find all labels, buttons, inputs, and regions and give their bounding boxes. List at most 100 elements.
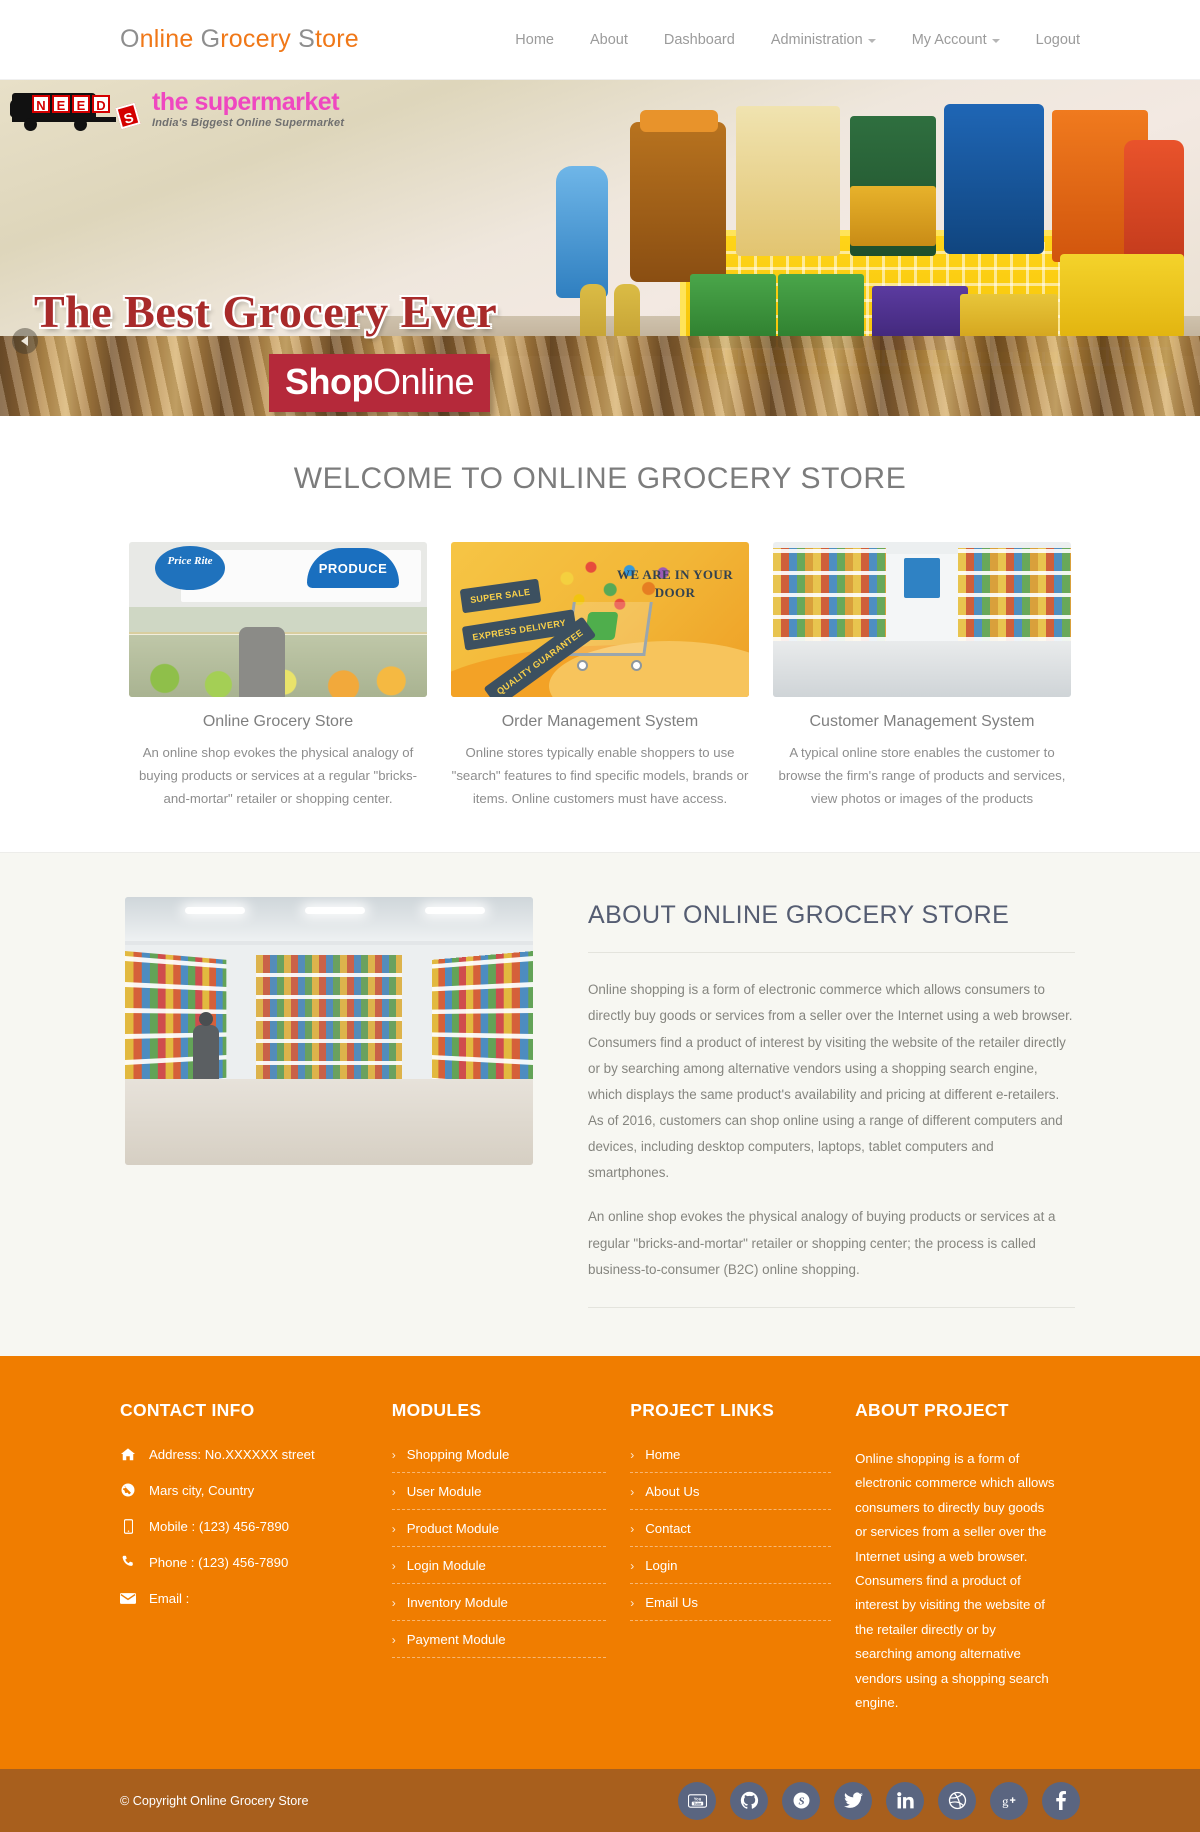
svg-text:S: S <box>798 1796 804 1808</box>
chevron-right-icon: › <box>391 1632 396 1647</box>
chevron-right-icon: › <box>630 1595 635 1610</box>
footer-link-label: User Module <box>406 1483 482 1499</box>
feature-title-2: Customer Management System <box>809 713 1035 730</box>
footer-link-contact[interactable]: › Contact <box>630 1520 832 1547</box>
hero-product-kissan-pack <box>1060 254 1184 338</box>
footer-link-label: Login Module <box>406 1557 486 1573</box>
welcome-section: WELCOME TO ONLINE GROCERY STORE Price Ri… <box>0 416 1200 853</box>
chevron-right-icon: › <box>630 1558 635 1573</box>
nav-item-administration[interactable]: Administration <box>771 32 876 48</box>
footer-about-project-text: Online shopping is a form of electronic … <box>855 1450 1055 1711</box>
contact-text-email: Email : <box>149 1590 190 1606</box>
contact-text-phone: Phone : (123) 456-7890 <box>149 1554 289 1570</box>
twitter-icon[interactable] <box>834 1781 872 1820</box>
footer-column-about-project: ABOUT PROJECT Online shopping is a form … <box>855 1400 1080 1716</box>
nav-item-dashboard[interactable]: Dashboard <box>664 32 735 48</box>
skype-icon[interactable]: S <box>782 1781 820 1820</box>
about-title: ABOUT ONLINE GROCERY STORE <box>588 901 1010 930</box>
social-links: You Tube S g <box>678 1781 1080 1820</box>
contact-line-mobile: Mobile : (123) 456-7890 <box>120 1519 368 1534</box>
footer-link-inventory-module[interactable]: › Inventory Module <box>391 1594 607 1621</box>
chevron-right-icon: › <box>630 1521 635 1536</box>
phone-icon <box>120 1555 136 1569</box>
about-divider-top <box>588 952 1075 954</box>
envelope-icon <box>120 1592 136 1604</box>
feature-text-2: A typical online store enables the custo… <box>778 745 1066 807</box>
hero-badge-bold: Shop <box>285 361 373 402</box>
footer-link-label: Product Module <box>406 1520 500 1536</box>
about-section: ABOUT ONLINE GROCERY STORE Online shoppi… <box>0 852 1200 1356</box>
nav-item-about[interactable]: About <box>590 32 628 48</box>
feature-image-order-management-system: SUPER SALE EXPRESS DELIVERY QUALITY GUAR… <box>451 542 749 697</box>
footer-link-about-us[interactable]: › About Us <box>630 1483 832 1510</box>
footer-link-login[interactable]: › Login <box>630 1558 832 1584</box>
footer-link-label: About Us <box>645 1483 700 1499</box>
footer-link-login-module[interactable]: › Login Module <box>391 1557 607 1584</box>
carousel-prev-button[interactable] <box>12 328 38 354</box>
nav-item-my-account[interactable]: My Account <box>912 32 1000 48</box>
footer-title-project-links: PROJECT LINKS <box>630 1399 775 1420</box>
hero-product-tin-lid <box>640 110 718 132</box>
logo-part-3: rocery <box>220 25 299 53</box>
nav-item-home[interactable]: Home <box>515 32 554 48</box>
footer-title-contact-info: CONTACT INFO <box>120 1399 255 1420</box>
footer-column-modules: MODULES › Shopping Module › User Module › P… <box>391 1399 631 1716</box>
footer-link-home[interactable]: › Home <box>630 1447 832 1473</box>
contact-line-city: Mars city, Country <box>120 1483 368 1498</box>
hero-carousel[interactable]: N E E D S the supermarket India's Bigges… <box>0 80 1200 416</box>
logo-part-1: nline <box>139 25 201 53</box>
feature-text-1: Online stores typically enable shoppers … <box>451 745 749 807</box>
welcome-title: WELCOME TO ONLINE GROCERY STORE <box>293 462 907 495</box>
contact-line-email: Email : <box>120 1591 368 1606</box>
footer-title-modules: MODULES <box>391 1399 482 1420</box>
hero-logo-needs-letters: N E E D <box>32 95 110 114</box>
footer-link-user-module[interactable]: › User Module <box>391 1483 607 1510</box>
about-paragraph-0: Online shopping is a form of electronic … <box>588 982 1073 1181</box>
home-icon <box>120 1448 136 1461</box>
feature-image-customer-management-system <box>773 542 1071 697</box>
nav-label-logout: Logout <box>1035 31 1080 48</box>
footer-link-email-us[interactable]: › Email Us <box>630 1595 832 1621</box>
chevron-right-icon: › <box>630 1484 635 1499</box>
hero-badge-thin: Online <box>372 361 475 402</box>
feature-text-0: An online shop evokes the physical analo… <box>138 745 418 807</box>
footer-link-label: Inventory Module <box>406 1594 508 1610</box>
github-icon[interactable] <box>730 1781 768 1820</box>
feature-image-label-brand: Price Rite <box>167 555 213 567</box>
hero-shop-online-badge: ShopOnline <box>269 354 491 412</box>
footer-link-label: Contact <box>645 1520 691 1536</box>
site-footer: CONTACT INFO Address: No.XXXXXX street M… <box>0 1355 1200 1770</box>
chevron-left-icon <box>20 336 28 346</box>
chevron-right-icon: › <box>391 1447 396 1462</box>
nav-item-logout[interactable]: Logout <box>1036 32 1080 48</box>
svg-text:Tube: Tube <box>693 1802 701 1806</box>
footer-link-payment-module[interactable]: › Payment Module <box>391 1632 607 1658</box>
svg-text:You: You <box>693 1796 701 1801</box>
feature-title-0: Online Grocery Store <box>202 713 354 730</box>
chevron-right-icon: › <box>391 1521 396 1536</box>
footer-link-shopping-module[interactable]: › Shopping Module <box>391 1447 607 1473</box>
hero-brand-logo: N E E D S the supermarket India's Bigges… <box>10 90 345 133</box>
linkedin-icon[interactable] <box>886 1781 924 1820</box>
hero-product-horlicks-oats <box>944 104 1044 254</box>
footer-column-project-links: PROJECT LINKS › Home › About Us › Contact ›… <box>630 1400 855 1716</box>
svg-text:g: g <box>1002 1795 1009 1809</box>
logo-part-2: G <box>200 25 221 53</box>
chevron-down-icon <box>991 38 1000 43</box>
footer-link-product-module[interactable]: › Product Module <box>391 1520 607 1547</box>
about-paragraph-1: An online shop evokes the physical analo… <box>588 1209 1056 1277</box>
nav-label-about: About <box>589 31 628 48</box>
youtube-icon[interactable]: You Tube <box>678 1781 716 1820</box>
feature-image-tag-super-sale: SUPER SALE <box>459 578 541 614</box>
google-plus-icon[interactable]: g <box>990 1781 1028 1820</box>
logo-part-4: S <box>298 25 315 53</box>
feature-cards: Price Rite PRODUCE Online Grocery Store … <box>0 542 1200 810</box>
contact-line-address: Address: No.XXXXXX street <box>120 1447 368 1462</box>
hero-copy: The Best Grocery Ever ShopOnline <box>34 285 497 412</box>
mobile-icon <box>120 1518 136 1534</box>
site-logo[interactable]: Online Grocery Store <box>120 25 359 54</box>
facebook-icon[interactable] <box>1042 1781 1080 1820</box>
hero-logo-subtitle: India's Biggest Online Supermarket <box>152 117 345 129</box>
feature-image-online-grocery-store: Price Rite PRODUCE <box>129 542 427 697</box>
dribbble-icon[interactable] <box>938 1781 976 1820</box>
